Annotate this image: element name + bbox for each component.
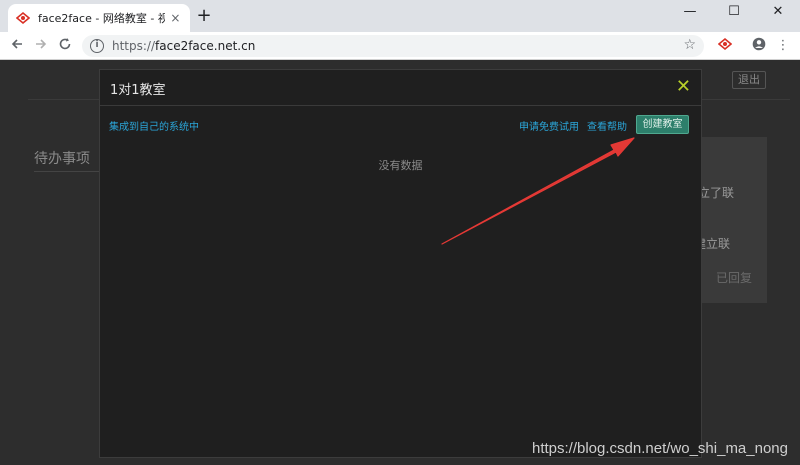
empty-state-text: 没有数据	[378, 159, 423, 172]
classroom-modal: 1对1教室 ✕ 集成到自己的系统中 申请免费试用 查看帮助 创建教室 没有数据	[99, 69, 702, 458]
browser-toolbar: i https://face2face.net.cn ☆ ⋮	[0, 32, 800, 60]
apply-trial-link[interactable]: 申请免费试用	[519, 118, 579, 133]
extension-icon[interactable]	[716, 37, 734, 55]
tab-close-icon[interactable]: ×	[169, 11, 182, 25]
site-info-icon[interactable]: i	[90, 39, 104, 53]
modal-close-icon[interactable]: ✕	[676, 76, 691, 98]
integrate-link[interactable]: 集成到自己的系统中	[109, 118, 199, 133]
tab-title: face2face - 网络教室 - 视频会议	[38, 12, 165, 25]
right-panel-item: 立了联	[697, 186, 734, 200]
profile-icon[interactable]	[750, 37, 768, 55]
todo-title: 待办事项	[34, 151, 90, 167]
todo-divider	[34, 171, 100, 172]
logout-button[interactable]: 退出	[732, 71, 766, 89]
bookmark-star-icon[interactable]: ☆	[683, 37, 696, 53]
address-bar[interactable]: i https://face2face.net.cn ☆	[82, 35, 704, 57]
browser-titlebar: face2face - 网络教室 - 视频会议 × + — ☐ ✕	[0, 0, 800, 32]
modal-title: 1对1教室	[110, 83, 166, 98]
reload-icon[interactable]	[56, 37, 74, 55]
back-icon[interactable]	[8, 37, 26, 55]
right-panel-item: 已回复	[715, 271, 752, 285]
modal-header: 1对1教室 ✕	[100, 70, 701, 106]
minimize-button[interactable]: —	[668, 0, 712, 24]
url-text: https://face2face.net.cn	[112, 39, 255, 53]
maximize-button[interactable]: ☐	[712, 0, 756, 24]
forward-icon[interactable]	[32, 37, 50, 55]
site-favicon-icon	[16, 11, 30, 25]
help-link[interactable]: 查看帮助	[587, 118, 627, 133]
url-protocol: https://	[112, 39, 156, 53]
url-host: face2face.net.cn	[155, 39, 256, 53]
watermark-text: https://blog.csdn.net/wo_shi_ma_nong	[531, 440, 788, 457]
new-tab-button[interactable]: +	[195, 7, 213, 26]
create-classroom-button[interactable]: 创建教室	[636, 115, 689, 134]
window-close-button[interactable]: ✕	[756, 0, 800, 24]
menu-kebab-icon[interactable]: ⋮	[774, 37, 792, 55]
browser-tab[interactable]: face2face - 网络教室 - 视频会议 ×	[8, 4, 190, 32]
